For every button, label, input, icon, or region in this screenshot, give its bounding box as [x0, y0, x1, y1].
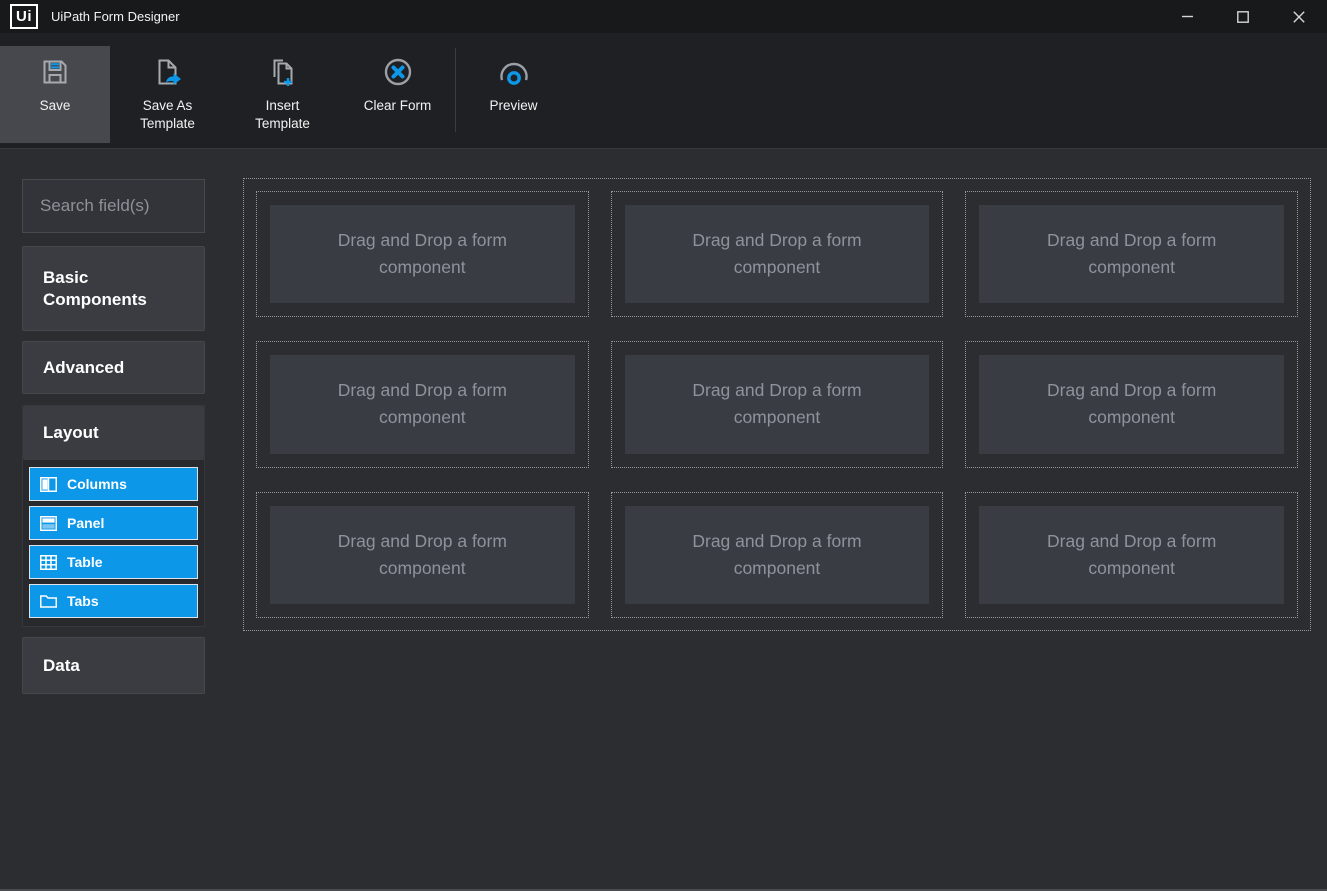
insert-template-button[interactable]: Insert Template	[225, 46, 340, 143]
close-button[interactable]	[1271, 0, 1327, 33]
group-layout-container: Layout Columns	[22, 405, 205, 627]
sidebar-item-tabs[interactable]: Tabs	[29, 584, 198, 618]
group-basic-components[interactable]: Basic Components	[22, 246, 205, 331]
sidebar-item-tabs-label: Tabs	[67, 593, 99, 609]
panel-icon	[40, 516, 57, 531]
form-column[interactable]: Drag and Drop a form component	[256, 341, 589, 467]
save-as-template-button[interactable]: Save As Template	[110, 46, 225, 143]
window-title: UiPath Form Designer	[51, 9, 180, 24]
clear-form-button[interactable]: Clear Form	[340, 46, 455, 143]
group-data-label: Data	[43, 655, 80, 677]
sidebar-item-table-label: Table	[67, 554, 103, 570]
form-canvas-area: Drag and Drop a form component Drag and …	[220, 149, 1327, 889]
main-content: Basic Components Advanced Layout	[0, 148, 1327, 889]
drop-zone-text: Drag and Drop a form component	[1024, 227, 1239, 281]
drop-zone-text: Drag and Drop a form component	[315, 227, 530, 281]
drop-zone-text: Drag and Drop a form component	[669, 227, 884, 281]
drop-zone[interactable]: Drag and Drop a form component	[270, 506, 575, 604]
uipath-logo: Ui	[10, 4, 38, 29]
drop-zone[interactable]: Drag and Drop a form component	[270, 355, 575, 453]
drop-zone[interactable]: Drag and Drop a form component	[270, 205, 575, 303]
form-column[interactable]: Drag and Drop a form component	[611, 492, 944, 618]
drop-zone[interactable]: Drag and Drop a form component	[625, 205, 930, 303]
form-column[interactable]: Drag and Drop a form component	[611, 191, 944, 317]
form-canvas: Drag and Drop a form component Drag and …	[243, 178, 1311, 631]
sidebar-item-panel[interactable]: Panel	[29, 506, 198, 540]
group-layout[interactable]: Layout	[23, 406, 204, 460]
maximize-icon	[1237, 11, 1249, 23]
preview-arc-icon	[496, 57, 532, 87]
components-sidebar: Basic Components Advanced Layout	[0, 149, 220, 889]
table-icon	[40, 555, 57, 570]
drop-zone[interactable]: Drag and Drop a form component	[625, 506, 930, 604]
minimize-icon	[1182, 11, 1193, 22]
sidebar-item-columns-label: Columns	[67, 476, 127, 492]
window-controls	[1159, 0, 1327, 33]
toolbar: Save Save As Template	[0, 33, 1327, 148]
drop-zone-text: Drag and Drop a form component	[669, 528, 884, 582]
drop-zone-text: Drag and Drop a form component	[669, 377, 884, 431]
group-advanced-label: Advanced	[43, 357, 124, 379]
app-window: Ui UiPath Form Designer	[0, 0, 1327, 891]
document-arrow-icon	[152, 57, 184, 87]
titlebar: Ui UiPath Form Designer	[0, 0, 1327, 33]
search-fields-input[interactable]	[22, 179, 205, 233]
document-plus-icon	[268, 57, 298, 87]
drop-zone-text: Drag and Drop a form component	[1024, 377, 1239, 431]
sidebar-item-table[interactable]: Table	[29, 545, 198, 579]
form-column[interactable]: Drag and Drop a form component	[965, 191, 1298, 317]
drop-zone[interactable]: Drag and Drop a form component	[979, 205, 1284, 303]
drop-zone[interactable]: Drag and Drop a form component	[979, 506, 1284, 604]
group-basic-components-label: Basic Components	[43, 267, 190, 311]
preview-button[interactable]: Preview	[456, 46, 571, 143]
save-button[interactable]: Save	[0, 46, 110, 143]
sidebar-item-columns[interactable]: Columns	[29, 467, 198, 501]
drop-zone-text: Drag and Drop a form component	[315, 377, 530, 431]
form-column[interactable]: Drag and Drop a form component	[965, 341, 1298, 467]
group-layout-label: Layout	[43, 422, 99, 444]
drop-zone[interactable]: Drag and Drop a form component	[979, 355, 1284, 453]
group-layout-body: Columns Panel	[23, 460, 204, 626]
circle-x-icon	[383, 57, 413, 87]
tabs-folder-icon	[40, 594, 57, 609]
clear-form-label: Clear Form	[352, 97, 444, 115]
maximize-button[interactable]	[1215, 0, 1271, 33]
form-column[interactable]: Drag and Drop a form component	[965, 492, 1298, 618]
close-icon	[1293, 11, 1305, 23]
minimize-button[interactable]	[1159, 0, 1215, 33]
group-advanced[interactable]: Advanced	[22, 341, 205, 394]
insert-template-label: Insert Template	[237, 97, 329, 133]
save-label: Save	[9, 97, 101, 115]
sidebar-item-panel-label: Panel	[67, 515, 104, 531]
columns-icon	[40, 477, 57, 492]
group-data[interactable]: Data	[22, 637, 205, 694]
save-as-template-label: Save As Template	[122, 97, 214, 133]
form-column[interactable]: Drag and Drop a form component	[256, 191, 589, 317]
form-column[interactable]: Drag and Drop a form component	[256, 492, 589, 618]
drop-zone[interactable]: Drag and Drop a form component	[625, 355, 930, 453]
floppy-disk-icon	[40, 57, 70, 87]
form-column[interactable]: Drag and Drop a form component	[611, 341, 944, 467]
drop-zone-text: Drag and Drop a form component	[1024, 528, 1239, 582]
drop-zone-text: Drag and Drop a form component	[315, 528, 530, 582]
preview-label: Preview	[468, 97, 560, 115]
